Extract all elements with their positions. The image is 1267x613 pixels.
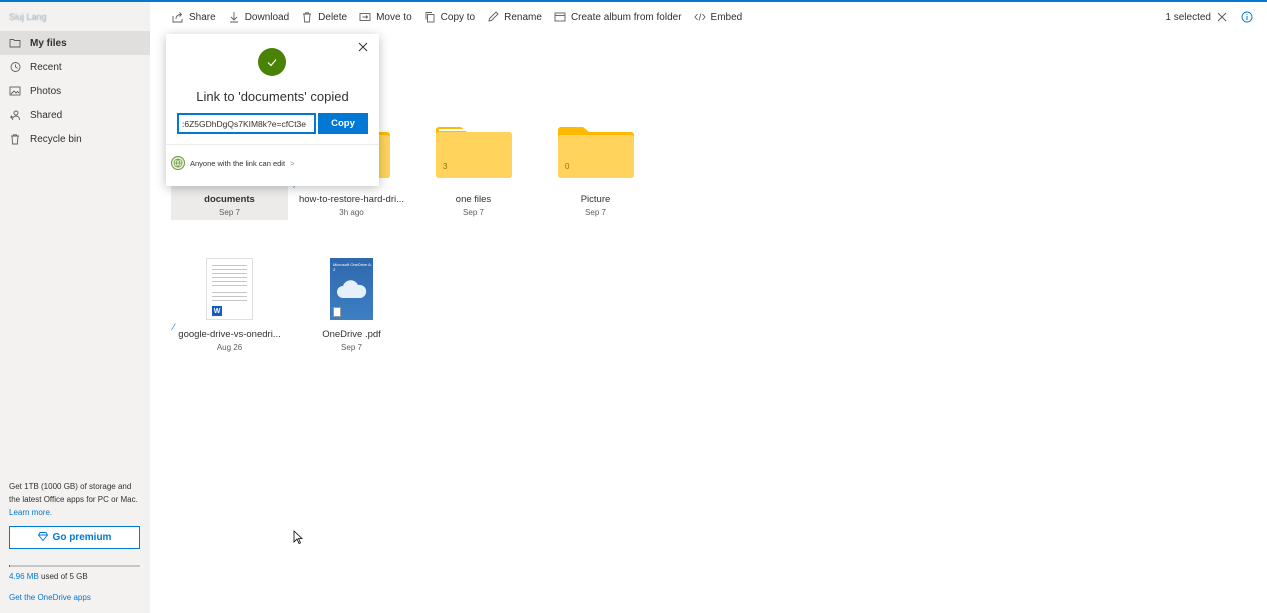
document-thumbnail: W (206, 258, 253, 320)
dialog-title: Link to 'documents' copied (196, 89, 349, 104)
storage-bar-fill (9, 565, 10, 567)
storage-total: used of 5 GB (38, 572, 88, 581)
permission-label: Anyone with the link can edit (190, 158, 286, 168)
learn-more-link[interactable]: Learn more. (9, 508, 52, 517)
share-icon (172, 12, 183, 23)
create-album-label: Create album from folder (570, 11, 682, 23)
user-name: Siuj Lang (9, 12, 47, 22)
globe-icon (171, 156, 185, 170)
copy-to-label: Copy to (440, 11, 476, 23)
link-copied-dialog: Link to 'documents' copied Copy Anyone w… (166, 34, 379, 186)
people-icon (8, 108, 22, 122)
sidebar-item-label: My files (30, 37, 67, 49)
clear-selection-button[interactable] (1217, 12, 1227, 22)
sidebar-item-my-files[interactable]: My files (0, 31, 150, 55)
file-name: OneDrive .pdf (322, 329, 381, 340)
move-to-button[interactable]: Move to (353, 2, 418, 32)
embed-button[interactable]: Embed (688, 2, 749, 32)
rename-button[interactable]: Rename (481, 2, 548, 32)
delete-label: Delete (318, 11, 348, 23)
folder-item-count: 3 (443, 162, 448, 171)
delete-button[interactable]: Delete (295, 2, 353, 32)
download-label: Download (244, 11, 290, 23)
trash-icon (303, 12, 312, 23)
embed-icon (693, 13, 706, 21)
file-date: 3h ago (339, 208, 364, 217)
go-premium-label: Go premium (52, 532, 112, 543)
share-button[interactable]: Share (166, 2, 222, 32)
file-tile-one-files[interactable]: 3 one files Sep 7 (415, 126, 532, 220)
copy-icon (425, 12, 435, 23)
file-tile-google-drive-doc[interactable]: W ⁄ google-drive-vs-onedri... Aug 26 (171, 258, 288, 352)
dialog-divider (166, 144, 379, 145)
pdf-thumbnail-title: Microsoft OneDrive A-Z (333, 262, 373, 272)
sidebar: Siuj Lang My files Recent Photos Shared … (0, 2, 150, 613)
chevron-right-icon: > (290, 158, 295, 168)
trash-icon (8, 132, 22, 146)
file-tile-picture[interactable]: 0 Picture Sep 7 (537, 126, 654, 220)
storage-bar (9, 565, 140, 567)
album-icon (554, 12, 566, 22)
file-name: documents (204, 194, 255, 205)
storage-text[interactable]: 4.96 MB used of 5 GB (9, 572, 88, 581)
history-icon (8, 60, 22, 74)
selected-count: 1 selected (1165, 11, 1211, 23)
move-icon (359, 13, 371, 21)
sidebar-item-photos[interactable]: Photos (0, 79, 150, 103)
file-name: one files (455, 194, 492, 205)
sidebar-item-label: Recent (30, 61, 62, 73)
file-date: Sep 7 (219, 208, 240, 217)
sidebar-item-shared[interactable]: Shared (0, 103, 150, 127)
command-bar: Share Download Delete Move to Copy to Re… (150, 2, 1267, 32)
premium-promo-text: Get 1TB (1000 GB) of storage and the lat… (9, 482, 138, 504)
photo-icon (8, 84, 22, 98)
premium-promo: Get 1TB (1000 GB) of storage and the lat… (9, 480, 144, 519)
file-name: how-to-restore-hard-dri... (298, 194, 405, 205)
storage-used: 4.96 MB (9, 572, 39, 581)
move-to-label: Move to (376, 11, 412, 23)
share-label: Share (189, 11, 216, 23)
pencil-icon (488, 11, 499, 22)
go-premium-button[interactable]: Go premium (9, 526, 140, 549)
success-check-icon (258, 48, 286, 76)
copy-to-button[interactable]: Copy to (418, 2, 481, 32)
file-name: google-drive-vs-onedri... (178, 329, 281, 340)
embed-label: Embed (710, 11, 743, 23)
diamond-icon (37, 531, 48, 544)
file-name: Picture (580, 194, 611, 205)
sidebar-item-label: Photos (30, 85, 62, 97)
get-apps-link[interactable]: Get the OneDrive apps (9, 593, 91, 602)
sidebar-item-recycle-bin[interactable]: Recycle bin (0, 127, 150, 151)
create-album-button[interactable]: Create album from folder (548, 2, 688, 32)
copy-button[interactable]: Copy (318, 113, 368, 134)
file-date: Aug 26 (216, 343, 243, 352)
close-icon (1217, 12, 1227, 22)
pdf-icon (333, 307, 341, 317)
folder-item-count: 0 (565, 162, 570, 171)
file-date: Sep 7 (463, 208, 484, 217)
close-icon (358, 42, 368, 52)
sidebar-item-recent[interactable]: Recent (0, 55, 150, 79)
download-button[interactable]: Download (222, 2, 295, 32)
share-link-input[interactable] (177, 113, 316, 134)
sidebar-item-label: Recycle bin (30, 133, 82, 145)
download-icon (229, 12, 238, 23)
link-permission-setting[interactable]: Anyone with the link can edit > (171, 156, 294, 170)
sidebar-item-label: Shared (30, 109, 63, 121)
selection-status: 1 selected (1165, 2, 1253, 32)
info-button[interactable] (1241, 11, 1253, 23)
mouse-cursor-icon (293, 530, 303, 544)
info-icon (1241, 11, 1253, 23)
rename-label: Rename (504, 11, 542, 23)
cloud-icon (337, 280, 367, 298)
file-date: Sep 7 (585, 208, 606, 217)
file-tile-onedrive-pdf[interactable]: Microsoft OneDrive A-Z OneDrive .pdf Sep… (293, 258, 410, 352)
folder-icon (8, 36, 22, 50)
file-date: Sep 7 (341, 343, 362, 352)
word-icon: W (212, 306, 222, 316)
pdf-thumbnail: Microsoft OneDrive A-Z (330, 258, 373, 320)
close-dialog-button[interactable] (357, 41, 369, 53)
